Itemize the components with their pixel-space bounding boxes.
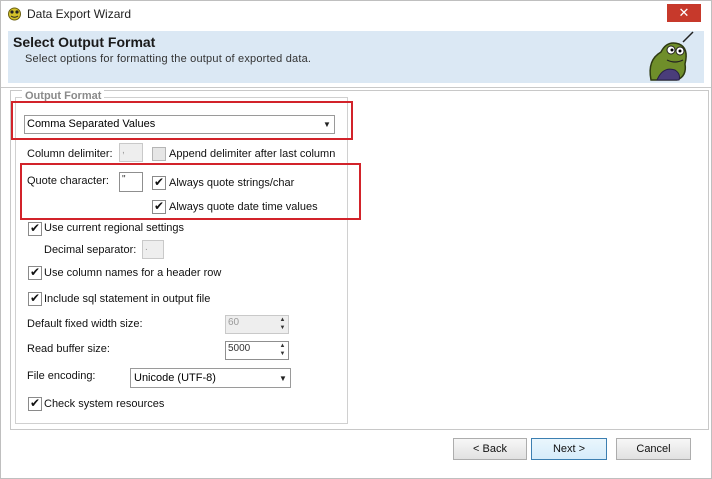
decimal-separator-label: Decimal separator: bbox=[44, 244, 137, 256]
highlight-box-quote bbox=[20, 163, 361, 220]
use-regional-settings-label: Use current regional settings bbox=[44, 222, 185, 234]
append-delimiter-label: Append delimiter after last column bbox=[169, 148, 336, 160]
fixed-width-spinner[interactable]: 60 ▲ ▼ bbox=[225, 315, 289, 334]
include-sql-label: Include sql statement in output file bbox=[44, 293, 211, 305]
read-buffer-label: Read buffer size: bbox=[27, 343, 110, 355]
check-resources-checkbox[interactable]: ✔ bbox=[28, 397, 42, 411]
cancel-button[interactable]: Cancel bbox=[616, 438, 691, 460]
next-button[interactable]: Next > bbox=[531, 438, 607, 460]
back-button[interactable]: < Back bbox=[453, 438, 527, 460]
column-delimiter-input[interactable]: , bbox=[119, 143, 143, 162]
toad-mascot-icon bbox=[649, 31, 694, 81]
column-delimiter-label: Column delimiter: bbox=[27, 148, 113, 160]
page-title: Select Output Format bbox=[13, 34, 156, 50]
use-regional-settings-checkbox[interactable]: ✔ bbox=[28, 222, 42, 236]
fixed-width-label: Default fixed width size: bbox=[27, 318, 143, 330]
page-subtitle: Select options for formatting the output… bbox=[25, 53, 312, 65]
read-buffer-spinner[interactable]: 5000 ▲ ▼ bbox=[225, 341, 289, 360]
file-encoding-label: File encoding: bbox=[27, 370, 96, 382]
check-resources-label: Check system resources bbox=[44, 398, 165, 410]
use-column-names-checkbox[interactable]: ✔ bbox=[28, 266, 42, 280]
fixed-width-value: 60 bbox=[228, 317, 240, 328]
include-sql-checkbox[interactable]: ✔ bbox=[28, 292, 42, 306]
file-encoding-dropdown[interactable]: Unicode (UTF-8) ▼ bbox=[130, 368, 291, 388]
chevron-down-icon: ▼ bbox=[279, 373, 287, 383]
window-title: Data Export Wizard bbox=[27, 7, 132, 21]
frog-app-icon bbox=[8, 7, 21, 21]
file-encoding-value: Unicode (UTF-8) bbox=[134, 372, 216, 384]
spinner-arrows-icon[interactable]: ▲ ▼ bbox=[277, 342, 288, 359]
close-button[interactable]: ✕ bbox=[667, 4, 701, 22]
decimal-separator-input[interactable]: . bbox=[142, 240, 164, 259]
spinner-arrows-icon[interactable]: ▲ ▼ bbox=[277, 316, 288, 333]
read-buffer-value: 5000 bbox=[228, 343, 251, 354]
append-delimiter-checkbox[interactable] bbox=[152, 147, 166, 161]
highlight-box-format bbox=[11, 101, 353, 140]
use-column-names-label: Use column names for a header row bbox=[44, 267, 222, 279]
